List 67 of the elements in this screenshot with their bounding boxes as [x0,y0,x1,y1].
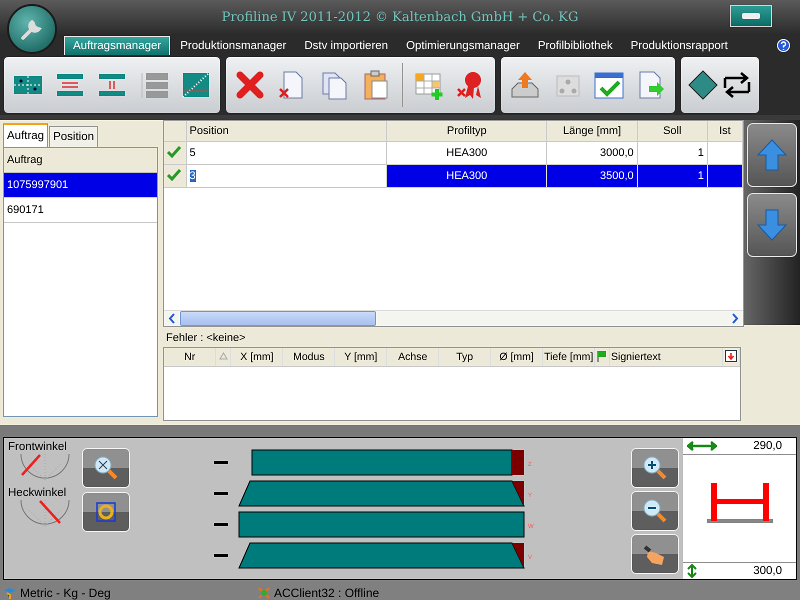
column-header: X [mm] [230,348,283,366]
table-cell: 3 [186,164,387,188]
column-header: Signiertext [610,348,722,366]
order-row[interactable]: 1075997901 [4,173,157,198]
magnifier-icon [93,455,119,481]
pan-button[interactable] [631,534,679,574]
column-header: Tiefe [mm] [542,348,594,366]
column-header: Position [186,121,387,142]
app-menu-button[interactable] [7,4,57,54]
column-header: Ø [mm] [490,348,543,366]
fit-view-button[interactable] [82,492,130,532]
column-header: Nr [164,348,216,366]
down-arrow-icon [757,208,787,242]
table-cell: HEA300 [386,164,547,188]
sort-icon [218,352,228,360]
units-icon [3,586,17,598]
units-status: Metric - Kg - Deg [20,586,111,600]
delete-icon[interactable] [234,69,266,101]
column-header: Länge [mm] [546,121,638,142]
diamond-icon[interactable] [687,69,719,101]
angle-gauge-icon [20,499,70,527]
menu-tab[interactable]: Auftragsmanager [64,36,170,55]
move-up-button[interactable] [747,123,797,187]
zoom-out-icon [642,498,668,524]
column-header: Y [mm] [334,348,387,366]
column-chooser-icon[interactable] [725,350,737,362]
menu-tab[interactable]: Dstv importieren [296,37,396,55]
menu-tab[interactable]: Optimierungsmanager [398,37,528,55]
help-icon[interactable] [777,39,790,52]
angle-label: Heckwinkel [8,487,68,499]
table-cell: 1 [637,164,708,188]
zoom-in-button[interactable] [631,448,679,488]
position-row[interactable]: 3 HEA300 3500,0 1 [164,164,742,188]
column-header: Profiltyp [386,121,547,142]
angle-gauge-icon [20,453,70,481]
up-arrow-icon [757,138,787,172]
keyboard-button[interactable] [730,5,772,27]
menu-tab[interactable]: Profilbibliothek [530,37,621,55]
vertical-arrow-icon [687,564,697,578]
menu-tab[interactable]: Produktionsrapport [622,37,736,55]
cycle-icon[interactable] [721,69,753,101]
move-down-button[interactable] [747,193,797,257]
column-header: Ist [707,121,742,142]
order-row[interactable]: 690171 [4,198,157,223]
horizontal-scrollbar[interactable] [164,310,743,326]
column-header: Auftrag [4,148,157,173]
menu-tab[interactable]: Produktionsmanager [172,37,294,55]
flag-icon [597,350,607,362]
zoom-out-button[interactable] [631,491,679,531]
keyboard-icon [741,11,761,21]
height-value: 300,0 [753,565,782,577]
window-title: Profiline IV 2011-2012 © Kaltenbach GmbH + Co. KG [222,10,578,25]
horizontal-arrow-icon [687,441,717,451]
angle-label: Frontwinkel [8,441,68,453]
column-header: Achse [386,348,439,366]
column-header: Modus [282,348,335,366]
width-value: 290,0 [753,440,782,452]
zoom-reset-button[interactable] [82,448,130,488]
client-icon [257,586,271,600]
column-header: Soll [637,121,708,142]
zoom-in-icon [642,455,668,481]
side-tab[interactable]: Auftrag [3,123,48,147]
client-status: ACClient32 : Offline [274,586,380,600]
side-tab[interactable]: Position [49,126,98,147]
error-message: Fehler : <keine> [165,331,246,346]
table-cell: 3500,0 [546,164,638,188]
column-header: Typ [438,348,491,366]
